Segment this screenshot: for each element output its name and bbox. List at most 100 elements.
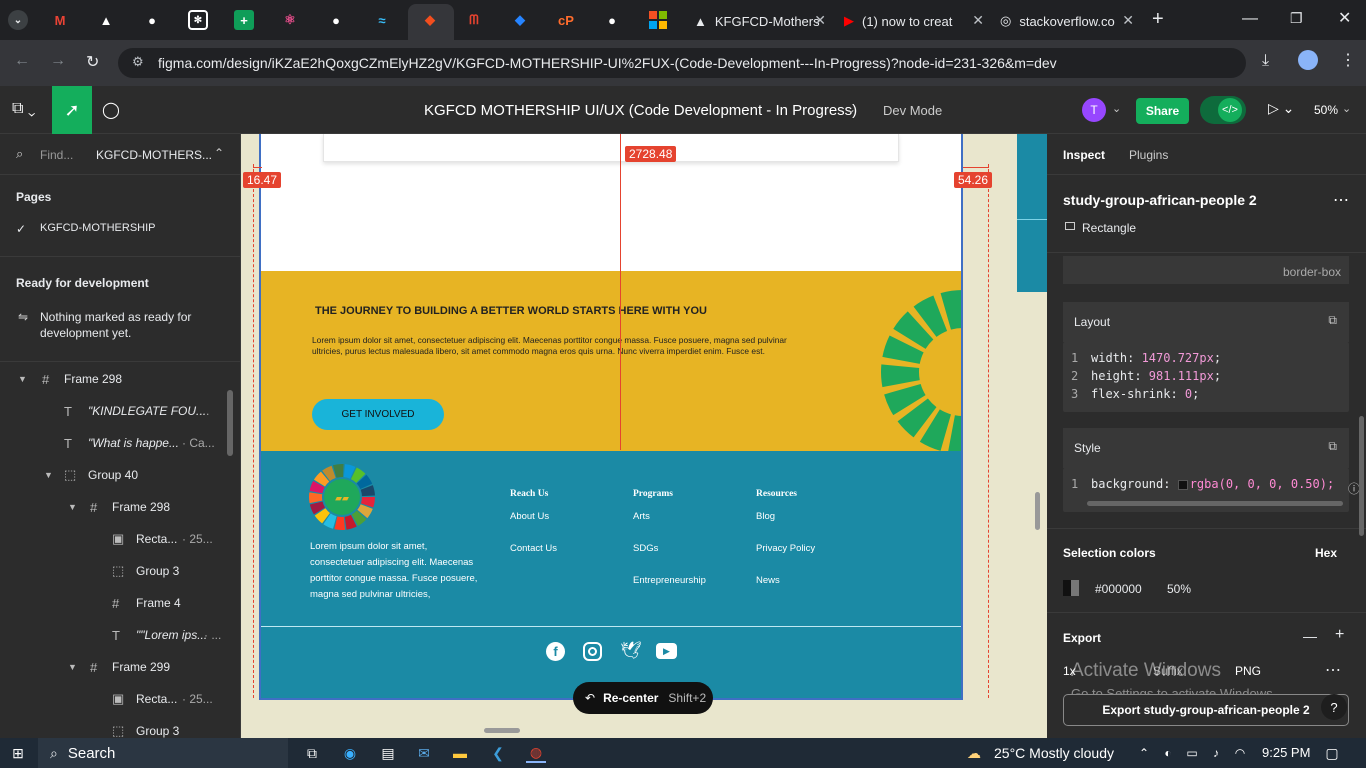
sheets-icon[interactable]: + bbox=[234, 10, 254, 30]
footer-link[interactable]: Arts bbox=[633, 511, 650, 522]
layer-row[interactable]: ▣ Recta... · 25... bbox=[0, 683, 236, 715]
minimize-icon[interactable]: — bbox=[1242, 10, 1258, 28]
volume-icon[interactable]: ♪ bbox=[1206, 743, 1226, 763]
tab-stackoverflow[interactable]: ◎ stackoverflow.co ✕ bbox=[996, 6, 1138, 36]
layers-scrollbar[interactable] bbox=[224, 366, 236, 736]
comment-icon[interactable]: ◯ bbox=[102, 100, 120, 120]
chevron-down-icon[interactable]: ⌄ bbox=[1112, 102, 1121, 115]
minus-icon[interactable]: — bbox=[1303, 628, 1317, 644]
close-icon[interactable]: ✕ bbox=[972, 12, 984, 29]
microsoft-icon[interactable] bbox=[648, 10, 668, 30]
wifi-icon[interactable]: ◠ bbox=[1230, 743, 1250, 763]
tailwind-icon[interactable]: ≈ bbox=[372, 10, 392, 30]
share-button[interactable]: Share bbox=[1136, 98, 1189, 124]
battery-icon[interactable]: ▭ bbox=[1182, 743, 1202, 763]
github-icon[interactable]: ● bbox=[326, 10, 346, 30]
task-view-icon[interactable]: ⧉ bbox=[302, 743, 322, 763]
tab-kgfcd[interactable]: ▲ KFGFCD-Mothers ✕ bbox=[690, 6, 830, 36]
notifications-icon[interactable]: ▢ bbox=[1322, 743, 1342, 763]
instagram-icon[interactable] bbox=[583, 642, 602, 661]
youtube-icon[interactable]: ▶ bbox=[656, 643, 677, 659]
taskbar-search[interactable]: ⌕ Search bbox=[38, 738, 288, 768]
footer-link[interactable]: News bbox=[756, 575, 780, 586]
vertical-scrollbar[interactable] bbox=[1359, 416, 1364, 536]
github-icon[interactable]: ● bbox=[602, 10, 622, 30]
layer-row[interactable]: ▼ # Frame 299 bbox=[0, 651, 236, 683]
edge-icon[interactable]: ◉ bbox=[340, 743, 360, 763]
export-format[interactable]: PNG bbox=[1235, 664, 1261, 678]
windows-start-icon[interactable]: ⊞ bbox=[8, 743, 28, 763]
style-code[interactable]: 1 background: rgba(0, 0, 0, 0.50); bbox=[1063, 468, 1349, 512]
cpanel-icon[interactable]: cP bbox=[556, 10, 576, 30]
copy-icon[interactable]: ⧉ bbox=[1328, 313, 1337, 328]
file-title[interactable]: KGFCD MOTHERSHIP UI/UX (Code Development… bbox=[424, 102, 857, 119]
close-window-icon[interactable]: ✕ bbox=[1338, 8, 1351, 28]
footer-link[interactable]: Entrepreneurship bbox=[633, 575, 706, 586]
footer-link[interactable]: Blog bbox=[756, 511, 775, 522]
copy-icon[interactable]: ⧉ bbox=[1328, 439, 1337, 454]
zoom-level[interactable]: 50% bbox=[1314, 103, 1338, 117]
vertical-scrollbar[interactable] bbox=[1035, 492, 1040, 530]
back-icon[interactable]: ← bbox=[14, 52, 30, 70]
avatar[interactable]: T bbox=[1082, 98, 1106, 122]
twitter-icon[interactable]: 🕊 bbox=[620, 641, 642, 661]
layer-row[interactable]: ▣ Recta... · 25... bbox=[0, 523, 236, 555]
chevron-down-icon[interactable]: ⌄ bbox=[1342, 102, 1351, 115]
vscode-icon[interactable]: ❮ bbox=[488, 743, 508, 763]
layer-row[interactable]: ▼ # Frame 298 bbox=[0, 363, 236, 395]
color-hex[interactable]: #000000 bbox=[1095, 582, 1142, 596]
weather-icon[interactable]: ☁ bbox=[964, 743, 984, 763]
recenter-button[interactable]: ↶ Re-center Shift+2 bbox=[573, 682, 713, 714]
tab-plugins[interactable]: Plugins bbox=[1129, 148, 1168, 162]
forward-icon[interactable]: → bbox=[50, 52, 66, 70]
store-icon[interactable]: ▤ bbox=[378, 743, 398, 763]
jira-icon[interactable]: ◆ bbox=[510, 10, 530, 30]
horizontal-scrollbar[interactable] bbox=[1087, 501, 1343, 506]
chevron-down-icon[interactable]: ⌄ bbox=[8, 10, 28, 30]
layer-row[interactable]: ⬚ Group 3 bbox=[0, 555, 236, 587]
horizontal-scrollbar[interactable] bbox=[484, 728, 520, 733]
layer-row[interactable]: T "What is happe... · Ca... bbox=[0, 427, 236, 459]
chrome-icon[interactable]: ◍ bbox=[526, 743, 546, 763]
mail-icon[interactable]: ✉ bbox=[414, 743, 434, 763]
react-icon[interactable]: ⚛ bbox=[280, 10, 300, 30]
plus-icon[interactable]: + bbox=[1335, 626, 1344, 644]
restore-icon[interactable]: ❐ bbox=[1290, 10, 1303, 27]
figma-menu-icon[interactable]: ⧉ ⌄ bbox=[12, 100, 35, 118]
footer-link[interactable]: Privacy Policy bbox=[756, 543, 815, 554]
layer-row[interactable]: # Frame 4 bbox=[0, 587, 236, 619]
tab-inspect[interactable]: Inspect bbox=[1063, 148, 1105, 162]
chatgpt-icon[interactable]: ✻ bbox=[188, 10, 208, 30]
chevron-up-icon[interactable]: ⌃ bbox=[214, 146, 224, 160]
page-item-current[interactable]: KGFCD-MOTHERSHIP bbox=[40, 222, 156, 234]
layer-row[interactable]: ▼ # Frame 298 bbox=[0, 491, 236, 523]
chevron-up-icon[interactable]: ⌃ bbox=[1134, 743, 1154, 763]
site-settings-icon[interactable]: ⚙ bbox=[132, 54, 144, 70]
chevron-down-icon[interactable]: ⌄ bbox=[846, 102, 856, 116]
gmail-icon[interactable]: M bbox=[50, 10, 70, 30]
layout-code[interactable]: 1 width: 1470.727px; 2 height: 981.111px; … bbox=[1063, 342, 1349, 412]
more-icon[interactable]: ⋯ bbox=[1325, 660, 1341, 680]
footer-link[interactable]: SDGs bbox=[633, 543, 658, 554]
export-button[interactable]: Export study-group-african-people 2 bbox=[1063, 694, 1349, 726]
folder-icon[interactable]: ▬ bbox=[450, 743, 470, 763]
present-icon[interactable]: ▷ ⌄ bbox=[1268, 100, 1294, 117]
clock[interactable]: 9:25 PM bbox=[1262, 745, 1310, 760]
layer-row[interactable]: T ""Lorem ips... · ... bbox=[0, 619, 236, 651]
vercel-icon[interactable]: ▲ bbox=[96, 10, 116, 30]
url-input[interactable]: ⚙ figma.com/design/iKZaE2hQoxgCZmElyHZ2g… bbox=[118, 48, 1246, 78]
new-tab-button[interactable]: + bbox=[1152, 8, 1164, 31]
download-icon[interactable]: ⤓ bbox=[1262, 52, 1269, 70]
dev-mode-label[interactable]: Dev Mode bbox=[883, 103, 942, 118]
more-icon[interactable]: ⋯ bbox=[1333, 190, 1349, 210]
layer-row[interactable]: T "KINDLEGATE FOU... · ... bbox=[0, 395, 236, 427]
tab-youtube[interactable]: ▶ (1) now to creat ✕ bbox=[840, 6, 988, 36]
mongodb-icon[interactable]: ᗰ bbox=[464, 10, 484, 30]
weather-text[interactable]: 25°C Mostly cloudy bbox=[994, 745, 1114, 761]
get-involved-button[interactable]: GET INVOLVED bbox=[312, 399, 444, 430]
github-icon[interactable]: ● bbox=[142, 10, 162, 30]
facebook-icon[interactable]: f bbox=[546, 642, 565, 661]
file-name[interactable]: KGFCD-MOTHERS... bbox=[96, 148, 212, 162]
dev-mode-toggle[interactable]: </> bbox=[1200, 96, 1246, 124]
close-icon[interactable]: ✕ bbox=[1122, 12, 1134, 29]
